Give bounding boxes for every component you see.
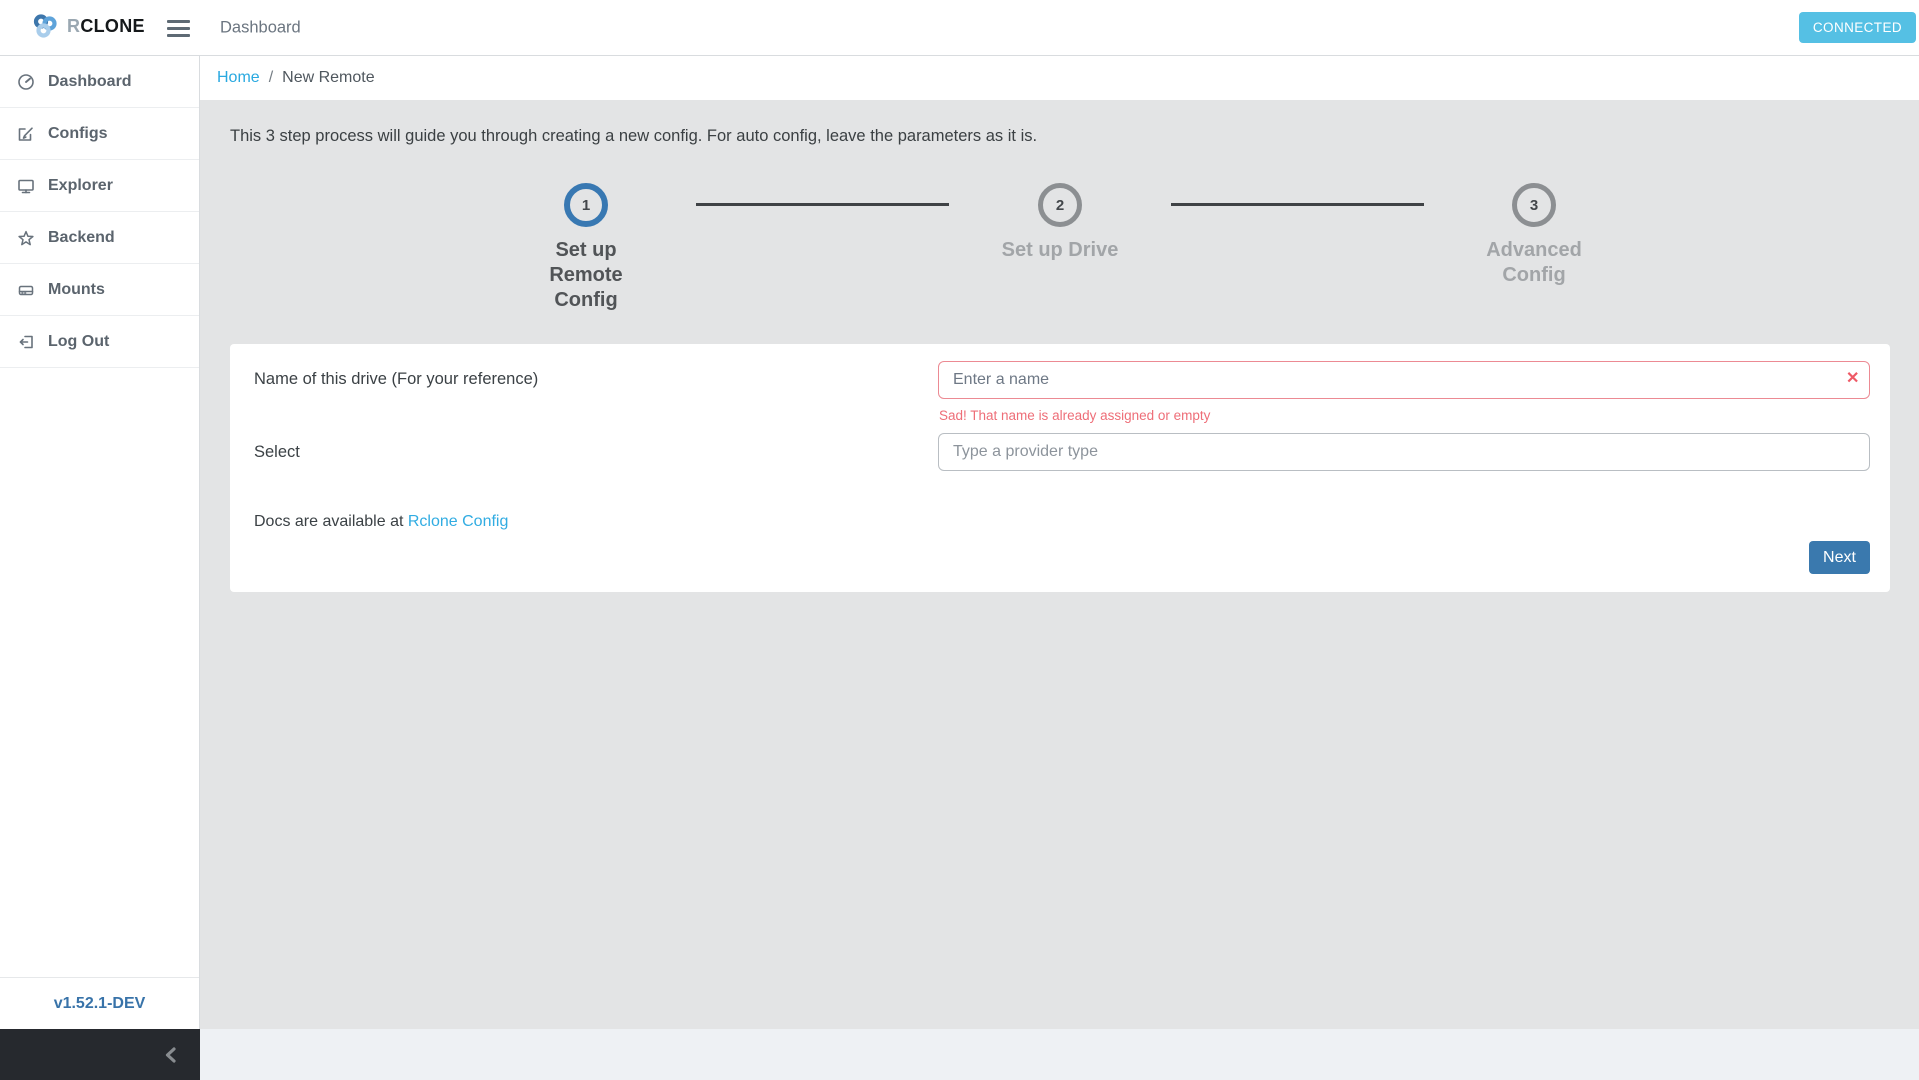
- step-connector-1: [696, 203, 949, 206]
- step-1-number: 1: [582, 197, 590, 214]
- breadcrumb: Home / New Remote: [200, 56, 1919, 100]
- name-field-label: Name of this drive (For your reference): [254, 370, 538, 389]
- step-2-circle: 2: [1038, 183, 1082, 227]
- name-error-message: Sad! That name is already assigned or em…: [939, 408, 1210, 423]
- breadcrumb-home-link[interactable]: Home: [217, 69, 260, 87]
- configs-icon: [17, 125, 35, 143]
- step-connector-2: [1171, 203, 1424, 206]
- remote-name-input[interactable]: [938, 361, 1870, 399]
- clear-name-x-icon[interactable]: ✕: [1846, 371, 1859, 387]
- step-3-label: Advanced Config: [1449, 238, 1619, 288]
- step-1-circle: 1: [564, 183, 608, 227]
- collapse-sidebar-chevron-left-icon[interactable]: [162, 1045, 180, 1065]
- sidebar-item-label: Log Out: [48, 333, 109, 351]
- explorer-icon: [17, 177, 35, 195]
- breadcrumb-current: New Remote: [282, 69, 374, 87]
- docs-prefix: Docs are available at: [254, 513, 403, 530]
- new-remote-form-card: Name of this drive (For your reference) …: [230, 344, 1890, 592]
- docs-text: Docs are available at Rclone Config: [254, 513, 508, 531]
- version-link[interactable]: v1.52.1-DEV: [0, 977, 199, 1029]
- rclone-webui-app: RCLONE Dashboard CONNECTED Dashboard: [0, 0, 1919, 1080]
- sidebar: Dashboard Configs Explorer: [0, 56, 200, 1029]
- sidebar-item-logout[interactable]: Log Out: [0, 316, 199, 368]
- rclone-logo-icon: [31, 12, 59, 40]
- sidebar-item-mounts[interactable]: Mounts: [0, 264, 199, 316]
- sidebar-item-backend[interactable]: Backend: [0, 212, 199, 264]
- dashboard-icon: [17, 73, 35, 91]
- main-content: This 3 step process will guide you throu…: [200, 100, 1919, 1029]
- logout-icon: [17, 333, 35, 351]
- provider-field-label: Select: [254, 443, 300, 462]
- sidebar-item-dashboard[interactable]: Dashboard: [0, 56, 199, 108]
- rclone-logo[interactable]: RCLONE: [31, 12, 145, 40]
- mounts-icon: [17, 281, 35, 299]
- sidebar-item-label: Explorer: [48, 177, 113, 195]
- backend-icon: [17, 229, 35, 247]
- sidebar-item-label: Backend: [48, 229, 115, 247]
- connection-status-badge[interactable]: CONNECTED: [1799, 12, 1916, 43]
- provider-type-input[interactable]: [938, 433, 1870, 471]
- step-2-number: 2: [1056, 197, 1064, 214]
- step-3-number: 3: [1530, 197, 1538, 214]
- rclone-logo-text: RCLONE: [67, 16, 145, 37]
- intro-text: This 3 step process will guide you throu…: [230, 127, 1037, 146]
- footer-strip: [200, 1029, 1919, 1080]
- step-3-circle: 3: [1512, 183, 1556, 227]
- sidebar-item-label: Dashboard: [48, 73, 132, 91]
- step-2-label: Set up Drive: [975, 238, 1145, 263]
- sidebar-item-configs[interactable]: Configs: [0, 108, 199, 160]
- step-1-label: Set up Remote Config: [501, 238, 671, 313]
- menu-hamburger-icon[interactable]: [167, 20, 190, 37]
- sidebar-item-label: Configs: [48, 125, 108, 143]
- sidebar-item-label: Mounts: [48, 281, 105, 299]
- top-bar: RCLONE Dashboard CONNECTED: [0, 0, 1919, 56]
- sidebar-footer-bar: [0, 1029, 200, 1080]
- rclone-config-docs-link[interactable]: Rclone Config: [408, 513, 509, 530]
- page-title: Dashboard: [220, 18, 301, 37]
- breadcrumb-separator: /: [269, 69, 273, 87]
- sidebar-item-explorer[interactable]: Explorer: [0, 160, 199, 212]
- next-button[interactable]: Next: [1809, 541, 1870, 574]
